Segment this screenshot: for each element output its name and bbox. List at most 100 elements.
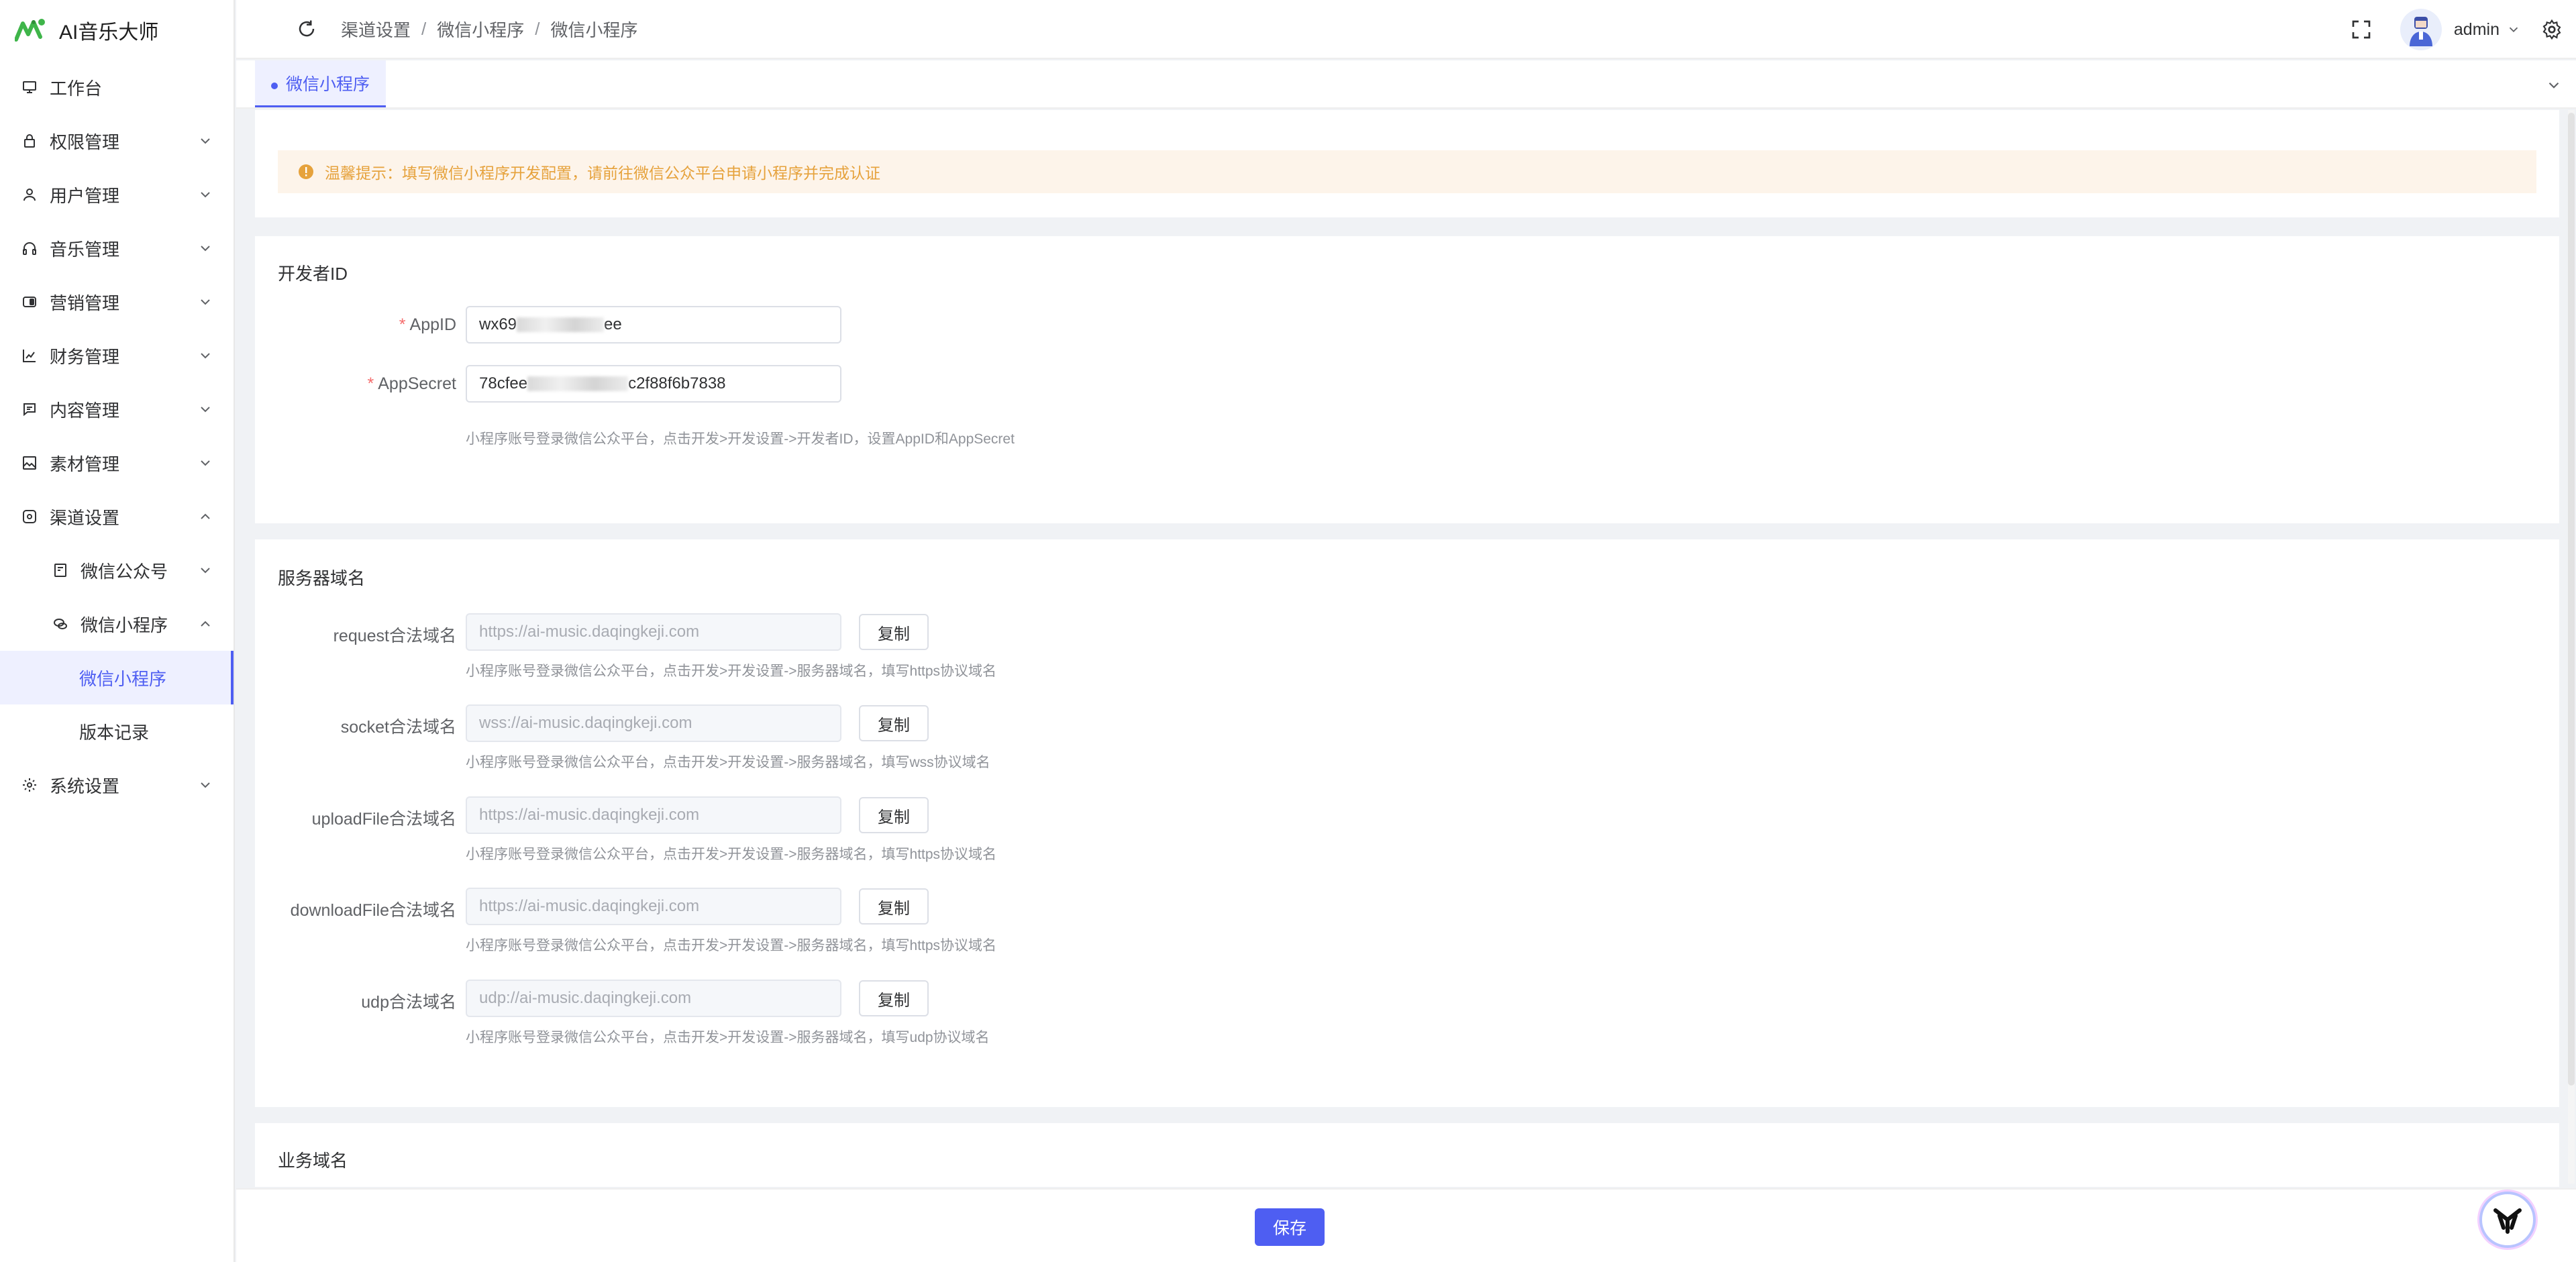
sidebar-item-materials[interactable]: 素材管理 bbox=[0, 436, 234, 490]
section-title: 业务域名 bbox=[278, 1151, 348, 1171]
chevron-down-icon bbox=[201, 299, 210, 305]
appsecret-value-start: 78cfee bbox=[479, 374, 528, 392]
main-content: 温馨提示：填写微信小程序开发配置，请前往微信公众平台申请小程序并完成认证 开发者… bbox=[255, 110, 2559, 1187]
breadcrumb-item-current: 微信小程序 bbox=[550, 19, 638, 40]
downloadfile-domain-hint: 小程序账号登录微信公众平台，点击开发>开发设置->服务器域名，填写https协议… bbox=[466, 938, 997, 953]
business-domain-card: 业务域名 bbox=[255, 1123, 2559, 1187]
tabs-bar: 微信小程序 bbox=[236, 60, 2576, 109]
request-domain-label: request合法域名 bbox=[333, 627, 456, 645]
sidebar-item-finance[interactable]: 财务管理 bbox=[0, 329, 234, 382]
sidebar-item-wechat-miniprogram[interactable]: 微信小程序 bbox=[0, 597, 234, 651]
request-domain-input: https://ai-music.daqingkeji.com bbox=[466, 613, 841, 651]
settings-icon[interactable] bbox=[2541, 19, 2563, 40]
downloadfile-domain-input: https://ai-music.daqingkeji.com bbox=[466, 888, 841, 925]
tab-miniprogram[interactable]: 微信小程序 bbox=[255, 60, 387, 107]
section-title: 服务器域名 bbox=[278, 568, 366, 588]
toggle-icon bbox=[20, 293, 39, 311]
tab-label: 微信小程序 bbox=[286, 74, 370, 94]
appsecret-value-end: c2f88f6b7838 bbox=[628, 374, 726, 392]
appid-value-start: wx69 bbox=[479, 315, 517, 333]
copy-button[interactable]: 复制 bbox=[859, 614, 929, 650]
sidebar-item-label: 营销管理 bbox=[50, 293, 120, 313]
assistant-logo-icon bbox=[2493, 1208, 2522, 1234]
socket-domain-label: socket合法域名 bbox=[340, 718, 456, 737]
circle-square-icon bbox=[20, 507, 39, 526]
developer-hint: 小程序账号登录微信公众平台，点击开发>开发设置->开发者ID，设置AppID和A… bbox=[466, 431, 1015, 447]
breadcrumb: 渠道设置 / 微信小程序 / 微信小程序 bbox=[341, 17, 638, 42]
socket-domain-hint: 小程序账号登录微信公众平台，点击开发>开发设置->服务器域名，填写wss协议域名 bbox=[466, 755, 990, 770]
appid-label-text: AppID bbox=[409, 315, 456, 334]
appsecret-input[interactable]: 78cfee c2f88f6b7838 bbox=[466, 365, 841, 403]
chevron-down-icon[interactable] bbox=[2506, 22, 2521, 37]
username[interactable]: admin bbox=[2454, 20, 2500, 40]
section-title: 开发者ID bbox=[278, 264, 348, 284]
sidebar-item-workbench[interactable]: 工作台 bbox=[0, 60, 234, 114]
active-dot bbox=[271, 83, 278, 89]
sidebar-item-label: 财务管理 bbox=[50, 346, 120, 367]
warning-alert: 温馨提示：填写微信小程序开发配置，请前往微信公众平台申请小程序并完成认证 bbox=[278, 150, 2536, 193]
bar-chart-icon bbox=[20, 346, 39, 365]
image-icon bbox=[20, 454, 39, 472]
copy-button[interactable]: 复制 bbox=[859, 980, 929, 1016]
logo[interactable]: AI音乐大师 bbox=[0, 0, 234, 60]
sidebar-item-label: 系统设置 bbox=[50, 776, 120, 796]
avatar[interactable] bbox=[2400, 9, 2442, 50]
developer-id-card: 开发者ID * AppID wx69 ee * AppSecret 78cfee c2f… bbox=[255, 236, 2559, 523]
breadcrumb-item[interactable]: 渠道设置 bbox=[341, 17, 411, 42]
scrollbar-thumb[interactable] bbox=[2568, 113, 2575, 1086]
chevron-down-icon bbox=[201, 407, 210, 413]
chevron-down-icon[interactable] bbox=[2545, 76, 2563, 94]
sidebar-item-miniprogram-config[interactable]: 微信小程序 bbox=[0, 651, 234, 704]
footer-bar: 保存 bbox=[236, 1188, 2576, 1262]
chevron-down-icon bbox=[201, 353, 210, 359]
breadcrumb-separator: / bbox=[421, 18, 427, 39]
sidebar-item-system-settings[interactable]: 系统设置 bbox=[0, 758, 234, 812]
sidebar-item-label: 权限管理 bbox=[50, 132, 120, 152]
appsecret-label-text: AppSecret bbox=[378, 374, 456, 393]
sidebar-item-users[interactable]: 用户管理 bbox=[0, 168, 234, 221]
user-icon bbox=[20, 185, 39, 204]
copy-button[interactable]: 复制 bbox=[859, 888, 929, 925]
sidebar-item-label: 音乐管理 bbox=[50, 239, 120, 260]
copy-button[interactable]: 复制 bbox=[859, 797, 929, 833]
logo-icon bbox=[15, 19, 45, 42]
redacted-mask bbox=[527, 376, 629, 391]
udp-domain-input: udp://ai-music.daqingkeji.com bbox=[466, 980, 841, 1017]
warning-icon bbox=[299, 164, 313, 179]
sidebar-item-label: 内容管理 bbox=[50, 400, 120, 421]
sidebar-item-marketing[interactable]: 营销管理 bbox=[0, 275, 234, 329]
socket-domain-input: wss://ai-music.daqingkeji.com bbox=[466, 704, 841, 742]
chevron-down-icon bbox=[201, 568, 210, 574]
sidebar-item-label: 微信小程序 bbox=[81, 615, 168, 635]
sidebar-item-label: 素材管理 bbox=[50, 454, 120, 474]
appid-value-end: ee bbox=[604, 315, 622, 333]
fullscreen-icon[interactable] bbox=[2351, 19, 2372, 40]
sidebar-item-content[interactable]: 内容管理 bbox=[0, 382, 234, 436]
appid-input[interactable]: wx69 ee bbox=[466, 306, 841, 344]
sidebar-item-version-history[interactable]: 版本记录 bbox=[0, 704, 234, 758]
udp-domain-label: udp合法域名 bbox=[361, 993, 456, 1012]
sidebar-item-channels[interactable]: 渠道设置 bbox=[0, 490, 234, 543]
appid-label: * AppID bbox=[255, 315, 456, 335]
save-button[interactable]: 保存 bbox=[1255, 1208, 1325, 1246]
alert-text: 温馨提示：填写微信小程序开发配置，请前往微信公众平台申请小程序并完成认证 bbox=[325, 164, 880, 182]
sidebar-item-label: 微信公众号 bbox=[81, 561, 168, 582]
monitor-icon bbox=[20, 78, 39, 97]
chevron-down-icon bbox=[201, 782, 210, 788]
alert-card: 温馨提示：填写微信小程序开发配置，请前往微信公众平台申请小程序并完成认证 bbox=[255, 110, 2559, 217]
chat-bubbles-icon bbox=[51, 615, 70, 633]
sidebar-item-label: 用户管理 bbox=[50, 185, 120, 206]
chevron-up-icon bbox=[201, 621, 210, 627]
breadcrumb-item[interactable]: 微信小程序 bbox=[437, 17, 524, 42]
redacted-mask bbox=[517, 317, 605, 332]
uploadfile-domain-label: uploadFile合法域名 bbox=[311, 810, 456, 829]
copy-button[interactable]: 复制 bbox=[859, 705, 929, 741]
sidebar-item-label: 版本记录 bbox=[79, 722, 150, 743]
floating-assistant-button[interactable] bbox=[2479, 1192, 2536, 1248]
chevron-down-icon bbox=[201, 246, 210, 252]
required-mark: * bbox=[367, 374, 374, 393]
sidebar-item-music[interactable]: 音乐管理 bbox=[0, 221, 234, 275]
refresh-icon[interactable] bbox=[297, 19, 317, 39]
sidebar-item-wechat-official[interactable]: 微信公众号 bbox=[0, 543, 234, 597]
sidebar-item-permissions[interactable]: 权限管理 bbox=[0, 114, 234, 168]
